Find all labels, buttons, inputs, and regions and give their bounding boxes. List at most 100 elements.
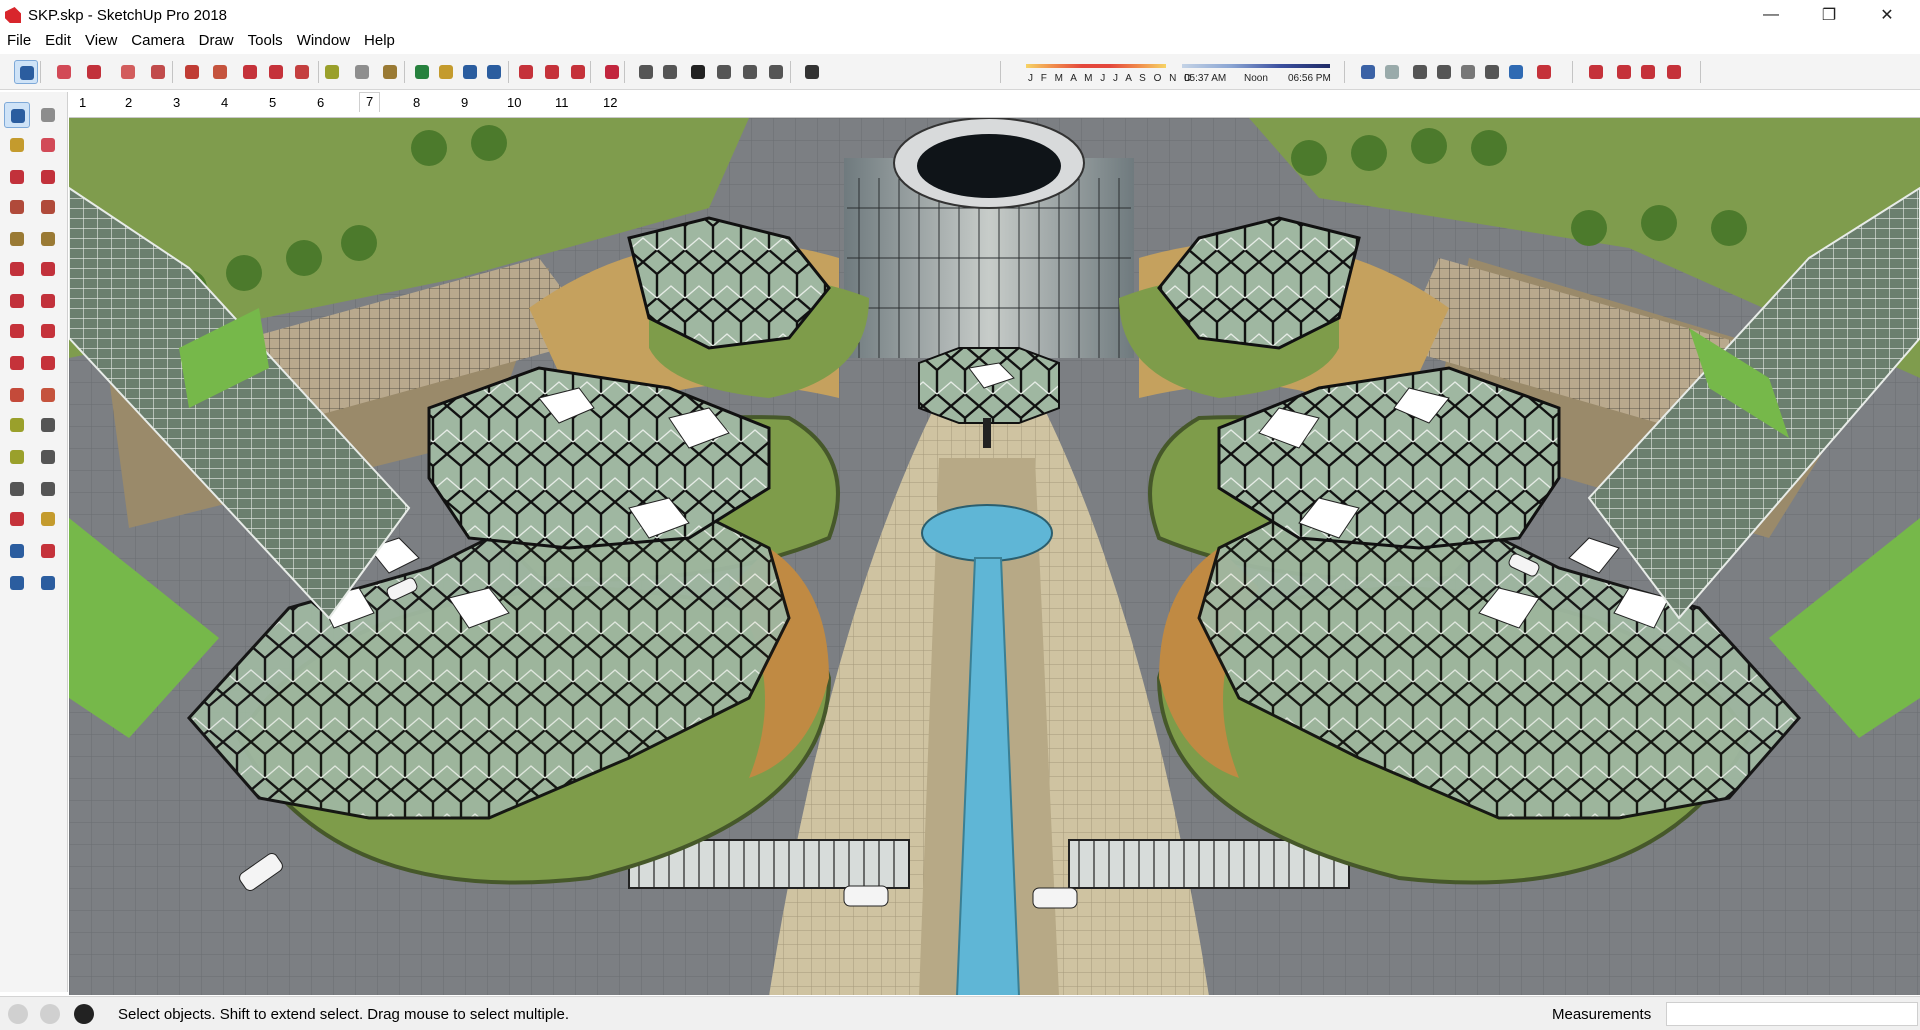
move-icon[interactable] xyxy=(238,60,262,84)
scene-tab-3[interactable]: 3 xyxy=(167,94,186,114)
model-viewport[interactable] xyxy=(69,117,1920,995)
scene-tab-10[interactable]: 10 xyxy=(501,94,527,114)
section-display-icon[interactable] xyxy=(1584,60,1608,84)
style-xray-icon[interactable] xyxy=(1356,60,1380,84)
measurements-input[interactable] xyxy=(1666,1002,1918,1026)
scene-tab-1[interactable]: 1 xyxy=(73,94,92,114)
menu-camera[interactable]: Camera xyxy=(124,30,191,52)
credits-icon[interactable] xyxy=(40,1004,60,1024)
paint-bucket-icon[interactable] xyxy=(4,132,30,158)
close-button[interactable]: ✕ xyxy=(1858,0,1916,30)
zoom-extents-icon[interactable] xyxy=(4,570,30,596)
scene-tab-11[interactable]: 11 xyxy=(549,94,575,114)
shadow-month-slider[interactable]: J F M A M J J A S O N D xyxy=(1024,62,1191,86)
rotate-icon[interactable] xyxy=(4,350,30,376)
component-icon[interactable] xyxy=(35,102,61,128)
paint-bucket-icon[interactable] xyxy=(378,60,402,84)
paint-icon[interactable] xyxy=(146,60,170,84)
tape-measure-icon[interactable] xyxy=(4,412,30,438)
menu-file[interactable]: File xyxy=(0,30,38,52)
scale-icon[interactable] xyxy=(290,60,314,84)
user-account-icon[interactable] xyxy=(74,1004,94,1024)
menu-window[interactable]: Window xyxy=(290,30,357,52)
axes-icon[interactable] xyxy=(4,476,30,502)
scale-icon[interactable] xyxy=(4,382,30,408)
dimension-icon[interactable] xyxy=(35,412,61,438)
push-pull-icon[interactable] xyxy=(180,60,204,84)
menu-help[interactable]: Help xyxy=(357,30,402,52)
eraser-icon[interactable] xyxy=(52,60,76,84)
follow-me-icon[interactable] xyxy=(35,350,61,376)
protractor-icon[interactable] xyxy=(4,444,30,470)
text-icon[interactable] xyxy=(35,444,61,470)
style-monochrome-icon[interactable] xyxy=(1504,60,1528,84)
offset-icon[interactable] xyxy=(35,382,61,408)
follow-me-icon[interactable] xyxy=(208,60,232,84)
orbit-icon[interactable] xyxy=(410,60,434,84)
zoom-window-icon[interactable] xyxy=(35,538,61,564)
scene-tab-7[interactable]: 7 xyxy=(359,92,381,112)
circle-icon[interactable] xyxy=(4,226,30,252)
orbit-icon[interactable] xyxy=(4,506,30,532)
style-wireframe-icon[interactable] xyxy=(1408,60,1432,84)
zoom-icon[interactable] xyxy=(458,60,482,84)
back-view-icon[interactable] xyxy=(738,60,762,84)
restore-button[interactable]: ❐ xyxy=(1800,0,1858,30)
menu-edit[interactable]: Edit xyxy=(38,30,78,52)
geo-location-icon[interactable] xyxy=(8,1004,28,1024)
move-icon[interactable] xyxy=(4,318,30,344)
line-icon[interactable] xyxy=(4,164,30,190)
component-icon[interactable] xyxy=(1662,60,1686,84)
two-point-arc-icon[interactable] xyxy=(4,288,30,314)
lasso-icon[interactable] xyxy=(116,60,140,84)
three-point-arc-icon[interactable] xyxy=(35,288,61,314)
rectangle-icon[interactable] xyxy=(4,194,30,220)
3d-warehouse-icon[interactable] xyxy=(514,60,538,84)
polygon-icon[interactable] xyxy=(35,226,61,252)
tape-measure-icon[interactable] xyxy=(320,60,344,84)
pan-icon[interactable] xyxy=(35,506,61,532)
top-view-icon[interactable] xyxy=(658,60,682,84)
extension-warehouse-icon[interactable] xyxy=(540,60,564,84)
style-backedges-icon[interactable] xyxy=(1380,60,1404,84)
scene-tab-2[interactable]: 2 xyxy=(119,94,138,114)
scene-tab-5[interactable]: 5 xyxy=(263,94,282,114)
minimize-button[interactable]: — xyxy=(1742,0,1800,30)
text-icon[interactable] xyxy=(350,60,374,84)
iso-view-icon[interactable] xyxy=(634,60,658,84)
scene-tab-4[interactable]: 4 xyxy=(215,94,234,114)
freehand-icon[interactable] xyxy=(35,164,61,190)
push-pull-icon[interactable] xyxy=(35,318,61,344)
select-icon[interactable] xyxy=(4,102,30,128)
pan-icon[interactable] xyxy=(434,60,458,84)
scene-tab-8[interactable]: 8 xyxy=(407,94,426,114)
ruby-icon[interactable] xyxy=(600,60,624,84)
menu-view[interactable]: View xyxy=(78,30,124,52)
menu-draw[interactable]: Draw xyxy=(192,30,241,52)
arc-icon[interactable] xyxy=(4,256,30,282)
scene-tab-6[interactable]: 6 xyxy=(311,94,330,114)
pencil-icon[interactable] xyxy=(82,60,106,84)
pie-icon[interactable] xyxy=(35,256,61,282)
select-icon[interactable] xyxy=(14,60,38,84)
rotate-icon[interactable] xyxy=(264,60,288,84)
zoom-extents-icon[interactable] xyxy=(482,60,506,84)
section-cut-icon[interactable] xyxy=(1612,60,1636,84)
section-plane-icon[interactable] xyxy=(1532,60,1556,84)
scene-tab-12[interactable]: 12 xyxy=(597,94,623,114)
scene-tab-9[interactable]: 9 xyxy=(455,94,474,114)
3d-text-icon[interactable] xyxy=(35,476,61,502)
previous-view-icon[interactable] xyxy=(35,570,61,596)
rotated-rect-icon[interactable] xyxy=(35,194,61,220)
left-view-icon[interactable] xyxy=(764,60,788,84)
eraser-icon[interactable] xyxy=(35,132,61,158)
shadow-toggle-icon[interactable] xyxy=(800,60,824,84)
zoom-icon[interactable] xyxy=(4,538,30,564)
section-fill-icon[interactable] xyxy=(1636,60,1660,84)
shadow-time-slider[interactable]: 05:37 AM Noon 06:56 PM xyxy=(1180,62,1332,86)
menu-tools[interactable]: Tools xyxy=(241,30,290,52)
style-shaded-icon[interactable] xyxy=(1456,60,1480,84)
front-view-icon[interactable] xyxy=(686,60,710,84)
right-view-icon[interactable] xyxy=(712,60,736,84)
style-textured-icon[interactable] xyxy=(1480,60,1504,84)
